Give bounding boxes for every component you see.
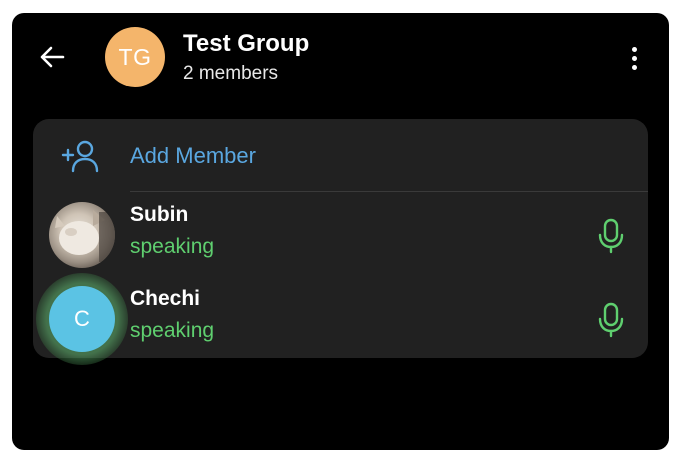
- member-name: Subin: [130, 203, 189, 226]
- add-member-button[interactable]: Add Member: [33, 119, 648, 191]
- group-avatar[interactable]: TG: [105, 27, 165, 87]
- arrow-left-icon: [40, 46, 65, 68]
- voice-chat-screen: TG Test Group 2 members Add Member Subin…: [12, 13, 669, 450]
- member-avatar-letter: C: [49, 286, 115, 352]
- more-options-button[interactable]: [622, 41, 646, 75]
- more-vertical-icon-dot: [631, 64, 637, 70]
- more-vertical-icon-dot: [631, 46, 637, 52]
- member-status: speaking: [130, 235, 215, 258]
- group-title: Test Group: [183, 30, 310, 57]
- header: TG Test Group 2 members: [12, 13, 669, 103]
- cat-photo-icon: [55, 210, 115, 262]
- members-card: Add Member Subin speaking C Chechi speak…: [33, 119, 648, 365]
- member-name: Chechi: [130, 287, 201, 310]
- member-row[interactable]: Subin speaking: [33, 194, 648, 278]
- member-count: 2 members: [183, 63, 279, 84]
- member-avatar-letter-text: C: [74, 306, 90, 331]
- add-member-label: Add Member: [130, 143, 256, 168]
- microphone-icon[interactable]: [598, 218, 624, 254]
- back-button[interactable]: [32, 37, 72, 77]
- member-row[interactable]: C Chechi speaking: [33, 273, 648, 365]
- add-user-icon: [61, 140, 99, 173]
- group-avatar-initials: TG: [118, 43, 152, 70]
- member-status: speaking: [130, 319, 215, 342]
- microphone-icon[interactable]: [598, 302, 624, 338]
- more-vertical-icon-dot: [631, 55, 637, 61]
- divider: [130, 191, 648, 192]
- member-avatar-photo: [49, 202, 115, 268]
